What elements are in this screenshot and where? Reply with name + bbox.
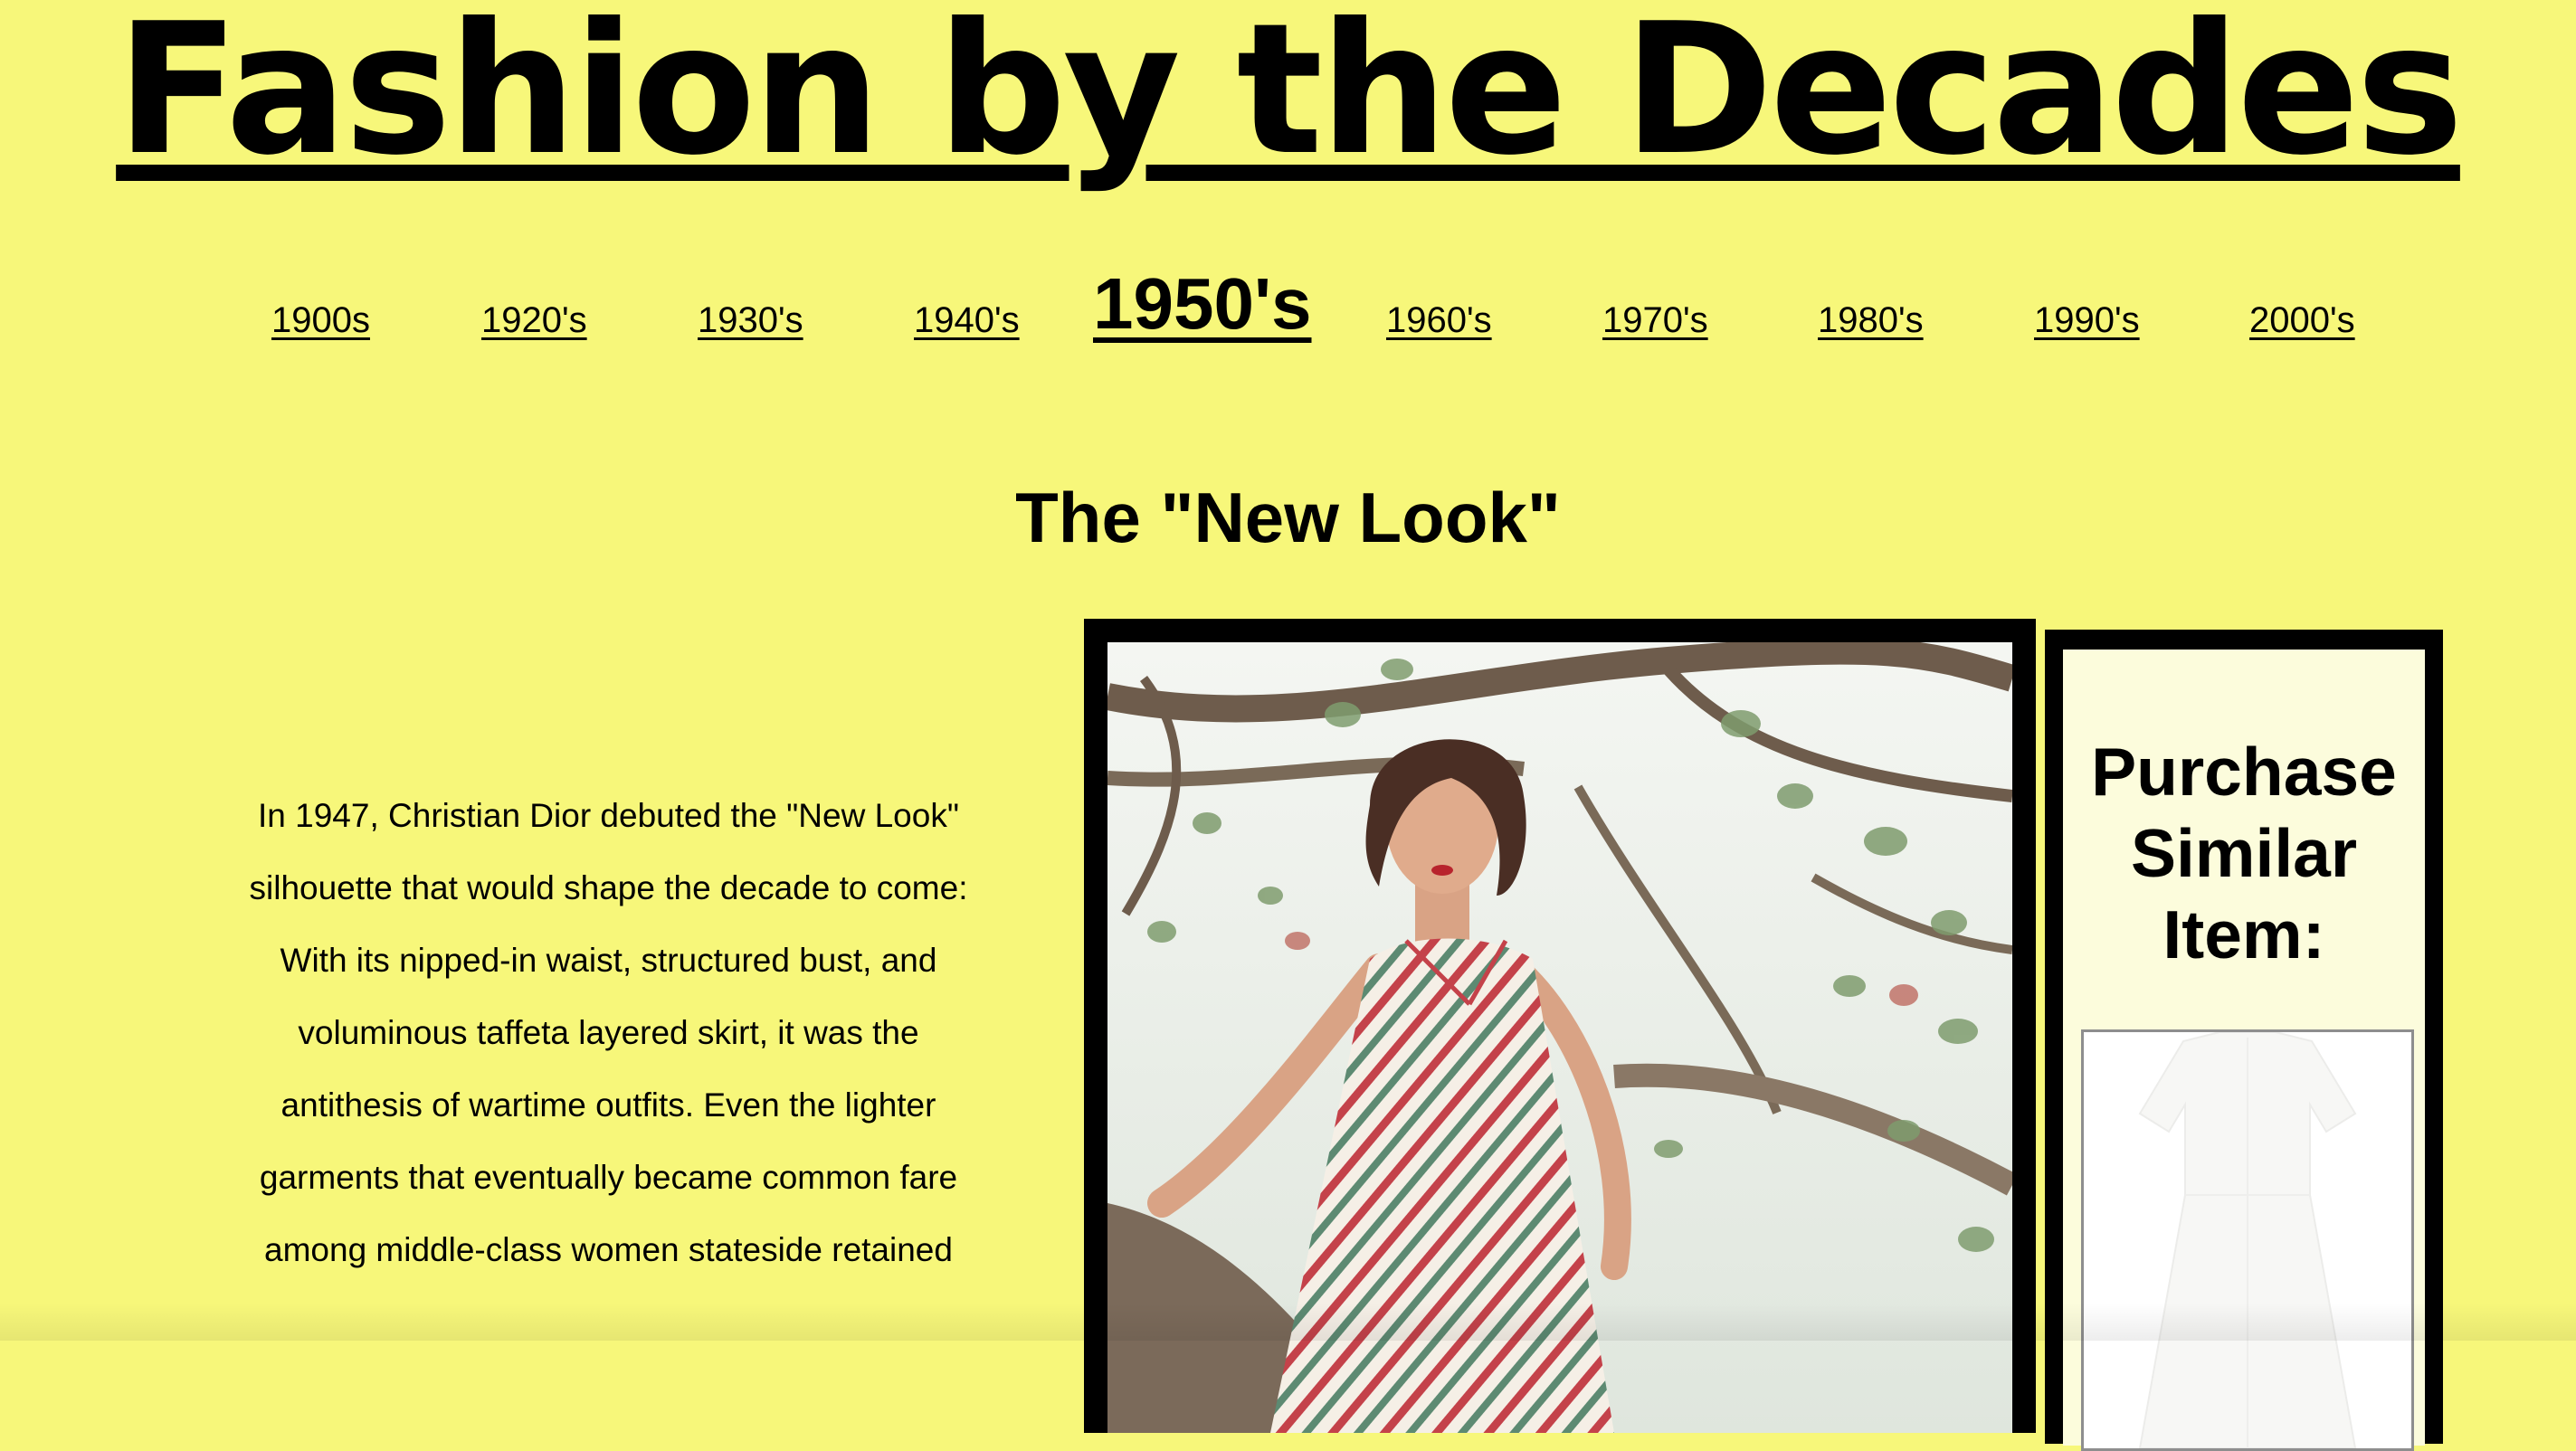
nav-link-1920s[interactable]: 1920's [481,300,587,341]
nav-link-1970s[interactable]: 1970's [1602,300,1708,341]
nav-link-2000s[interactable]: 2000's [2249,300,2355,341]
section-heading: The "New Look" [1015,478,1561,557]
purchase-panel-frame: Purchase Similar Item: [2045,630,2443,1451]
nav-link-1900s[interactable]: 1900s [271,300,370,341]
white-dress-product-illustration [2084,1032,2411,1448]
nav-link-1930s[interactable]: 1930's [698,300,803,341]
purchase-panel: Purchase Similar Item: [2063,650,2425,1451]
nav-link-1980s[interactable]: 1980's [1818,300,1924,341]
fashion-photo [1107,642,2012,1433]
fashion-photo-frame [1084,619,2036,1433]
decade-nav: 1900s 1920's 1930's 1940's 1950's 1960's… [0,262,2576,362]
similar-item-product-image[interactable] [2081,1029,2414,1451]
nav-link-1940s[interactable]: 1940's [914,300,1020,341]
site-title: Fashion by the Decades [116,0,2464,195]
nav-link-1950s-active[interactable]: 1950's [1093,262,1311,346]
section-body-text: In 1947, Christian Dior debuted the "New… [249,797,968,1268]
nav-link-1990s[interactable]: 1990's [2034,300,2140,341]
purchase-heading: Purchase Similar Item: [2091,734,2397,972]
fashion-photo-illustration [1107,642,2012,1433]
nav-link-1960s[interactable]: 1960's [1386,300,1492,341]
